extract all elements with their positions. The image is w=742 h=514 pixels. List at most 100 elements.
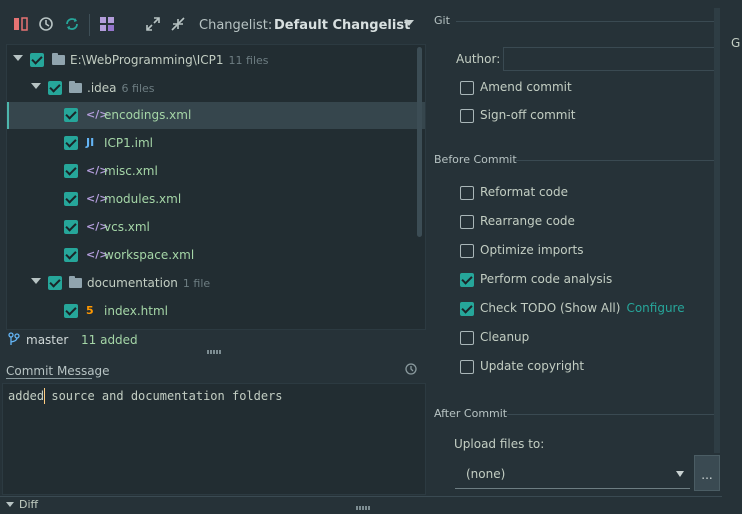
section-divider [456,21,714,22]
tree-file-index[interactable]: 5 index.html [7,298,425,325]
diff-label[interactable]: Diff [19,498,38,511]
browse-button[interactable]: ... [694,455,720,491]
checkbox-file[interactable] [64,304,78,318]
rearrange-checkbox[interactable] [460,215,474,229]
tree-node-idea[interactable]: .idea 6 files [7,75,425,102]
checkbox-documentation[interactable] [48,276,62,290]
file-name: workspace.xml [104,248,195,262]
file-name: vcs.xml [104,220,150,234]
commit-message-text[interactable]: added source and documentation folders [8,389,283,403]
right-edge-panel [722,0,742,513]
tree-file-iml[interactable]: JI ICP1.iml [7,130,425,157]
branch-icon [8,332,20,345]
checkbox-file[interactable] [64,220,78,234]
reformat-checkbox[interactable] [460,186,474,200]
git-section-title: Git [434,14,450,27]
checkbox-root[interactable] [30,53,44,67]
options-scrollbar[interactable] [714,8,720,453]
branch-name[interactable]: master [26,333,68,347]
file-name: misc.xml [104,164,158,178]
todo-checkbox[interactable] [460,302,474,316]
commit-message-label: Commit Message [6,364,110,378]
checkbox-idea[interactable] [48,81,62,95]
refresh-icon[interactable] [63,15,81,33]
amend-checkbox[interactable] [460,81,474,95]
chevron-down-icon[interactable] [13,55,23,61]
section-divider [507,414,714,415]
todo-label: Check TODO (Show All) [480,301,621,315]
chevron-down-icon[interactable] [676,471,684,477]
collapse-all-icon[interactable] [169,15,187,33]
tree-scrollbar[interactable] [417,47,422,237]
added-count: 11 added [81,333,138,347]
rollback-icon[interactable] [37,15,55,33]
checkbox-file[interactable] [64,248,78,262]
history-icon[interactable] [404,362,418,376]
chevron-down-icon[interactable] [404,20,414,26]
option-label: Amend commit [480,80,572,94]
chevron-down-icon[interactable] [6,502,14,507]
folder-icon [52,53,65,65]
analysis-checkbox[interactable] [460,273,474,287]
file-count: 6 files [121,82,155,95]
file-name: modules.xml [104,192,182,206]
splitter-grip[interactable] [207,350,221,354]
upload-target-value[interactable]: (none) [466,467,505,481]
tree-node-root[interactable]: E:\WebProgramming\ICP1 11 files [7,47,425,74]
configure-link[interactable]: Configure [626,301,684,315]
checkbox-file[interactable] [64,192,78,206]
tree-node-label: documentation 1 file [87,276,210,290]
folder-icon [69,276,82,288]
text-caret [44,388,45,404]
chevron-down-icon[interactable] [31,278,41,284]
option-label: Check TODO (Show All) Configure [480,301,685,315]
tree-file-vcs[interactable]: </> vcs.xml [7,214,425,241]
file-name: index.html [104,304,168,318]
root-name: E:\WebProgramming\ICP1 [70,53,224,67]
option-label: Rearrange code [480,214,575,228]
tree-file-encodings[interactable]: </> encodings.xml [7,102,425,129]
commit-message-input[interactable]: added source and documentation folders [2,383,426,495]
folder-name: documentation [87,276,178,290]
section-divider [516,160,714,161]
tree-file-misc[interactable]: </> misc.xml [7,158,425,185]
checkbox-file[interactable] [64,136,78,150]
folder-name: .idea [87,81,117,95]
file-count: 11 files [228,54,269,67]
splitter-grip[interactable] [356,506,370,510]
file-count: 1 file [182,277,211,290]
changes-tree[interactable]: E:\WebProgramming\ICP1 11 files .idea 6 fi… [6,44,426,330]
upload-label: Upload files to: [454,437,545,451]
chevron-down-icon[interactable] [31,83,41,89]
toolbar-separator [89,14,90,36]
copyright-checkbox[interactable] [460,360,474,374]
checkbox-file[interactable] [64,108,78,122]
option-label: Cleanup [480,330,530,344]
after-commit-title: After Commit [434,407,508,420]
tree-node-label: E:\WebProgramming\ICP1 11 files [70,53,269,67]
expand-all-icon[interactable] [144,15,162,33]
tree-node-label: .idea 6 files [87,81,155,95]
tree-file-workspace[interactable]: </> workspace.xml [7,242,425,269]
option-label: Reformat code [480,185,568,199]
file-name: encodings.xml [104,108,192,122]
option-label: Perform code analysis [480,272,613,286]
option-label: Update copyright [480,359,585,373]
group-by-icon[interactable] [98,15,116,33]
tree-file-modules[interactable]: </> modules.xml [7,186,425,213]
diff-panel-header[interactable] [0,496,742,514]
author-input[interactable] [503,47,717,71]
tree-node-documentation[interactable]: documentation 1 file [7,270,425,297]
right-edge-glyph: G [731,36,741,50]
optimize-checkbox[interactable] [460,244,474,258]
option-label: Sign-off commit [480,108,576,122]
checkbox-file[interactable] [64,164,78,178]
before-commit-title: Before Commit [434,153,517,166]
folder-icon [69,81,82,93]
html5-file-icon: 5 [86,304,94,317]
label-underline [6,378,92,379]
cleanup-checkbox[interactable] [460,331,474,345]
signoff-checkbox[interactable] [460,109,474,123]
diff-icon[interactable] [12,15,30,33]
changelist-dropdown[interactable]: Default Changelist [274,18,410,33]
